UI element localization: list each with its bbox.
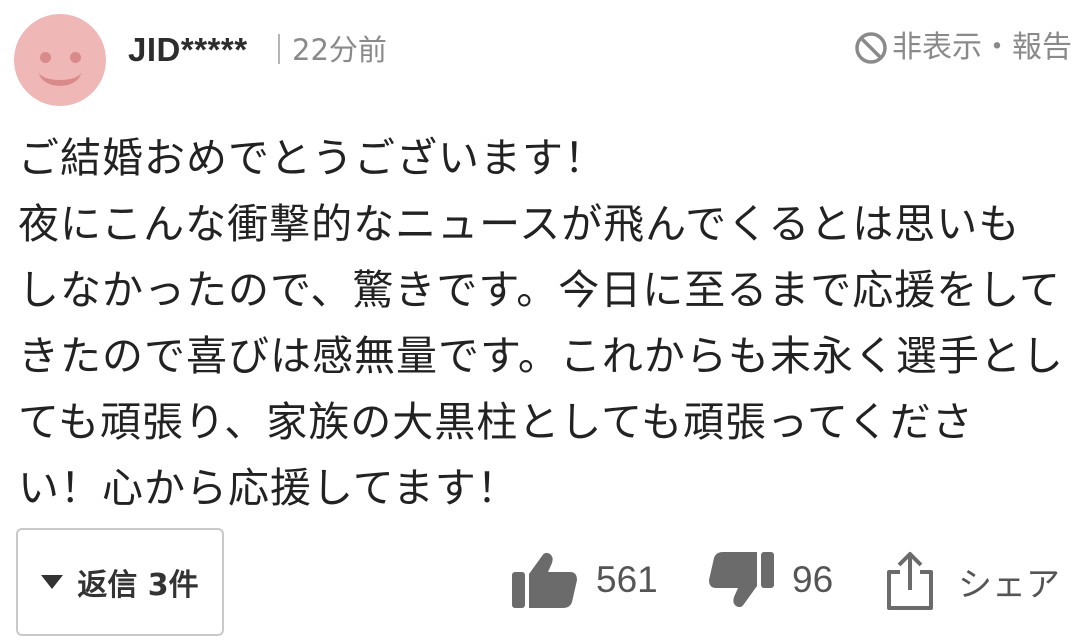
comment-line: しなかったので、驚きです。今日に至るまで応援をして — [18, 266, 1062, 314]
comment-line: 夜にこんな衝撃的なニュースが飛んでくるとは思いも — [18, 200, 1021, 248]
thumbs-up-icon — [512, 552, 577, 608]
comment-line: ても頑張り、家族の大黒柱としても頑張ってくださ — [18, 398, 974, 446]
username[interactable]: JID***** — [128, 28, 248, 72]
avatar[interactable] — [14, 14, 106, 106]
dislike-button[interactable]: 96 — [706, 550, 833, 610]
replies-label: 返信 3件 — [77, 568, 199, 603]
header-separator — [278, 34, 280, 64]
share-icon — [887, 552, 933, 610]
avatar-smile — [39, 58, 81, 86]
ban-icon — [855, 32, 887, 64]
thumbs-down-icon — [709, 552, 774, 608]
hide-report-label: 非表示・報告 — [892, 30, 1072, 65]
like-count: 561 — [596, 559, 658, 600]
comment-body: ご結婚おめでとうございます！ 夜にこんな衝撃的なニュースが飛んでくるとは思いも … — [18, 125, 1078, 521]
share-button[interactable]: シェア — [884, 550, 1060, 612]
comment-line: ご結婚おめでとうございます！ — [18, 134, 606, 182]
timestamp: 22分前 — [292, 33, 387, 67]
comment-line: きたので喜びは感無量です。これからも末永く選手とし — [18, 332, 1064, 380]
share-label: シェア — [958, 564, 1060, 605]
triangle-down-icon — [41, 575, 64, 589]
like-button[interactable]: 561 — [510, 550, 658, 610]
replies-toggle-button[interactable]: 返信 3件 — [16, 528, 224, 636]
dislike-count: 96 — [792, 559, 834, 600]
hide-report-button[interactable]: 非表示・報告 — [854, 28, 1072, 68]
comment-line: い！心から応援してます！ — [18, 464, 519, 512]
